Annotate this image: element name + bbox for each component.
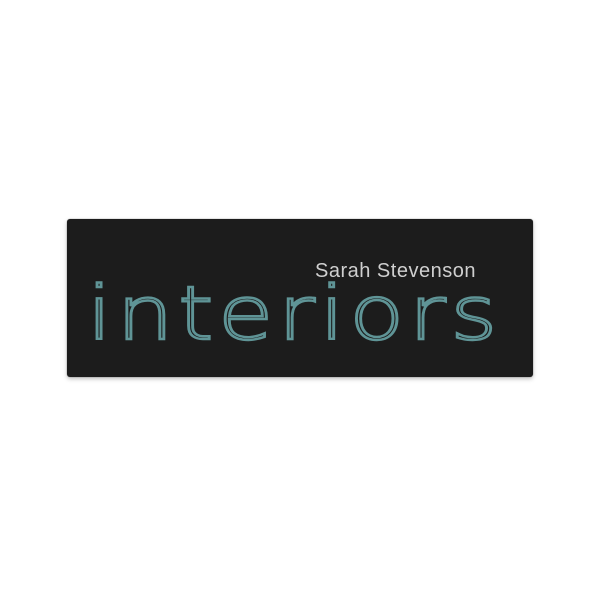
name-badge: Sarah Stevenson interiors bbox=[67, 219, 533, 377]
canvas: Sarah Stevenson interiors bbox=[0, 0, 600, 600]
wordmark-text: interiors bbox=[87, 271, 502, 357]
interiors-wordmark: interiors bbox=[87, 270, 502, 357]
